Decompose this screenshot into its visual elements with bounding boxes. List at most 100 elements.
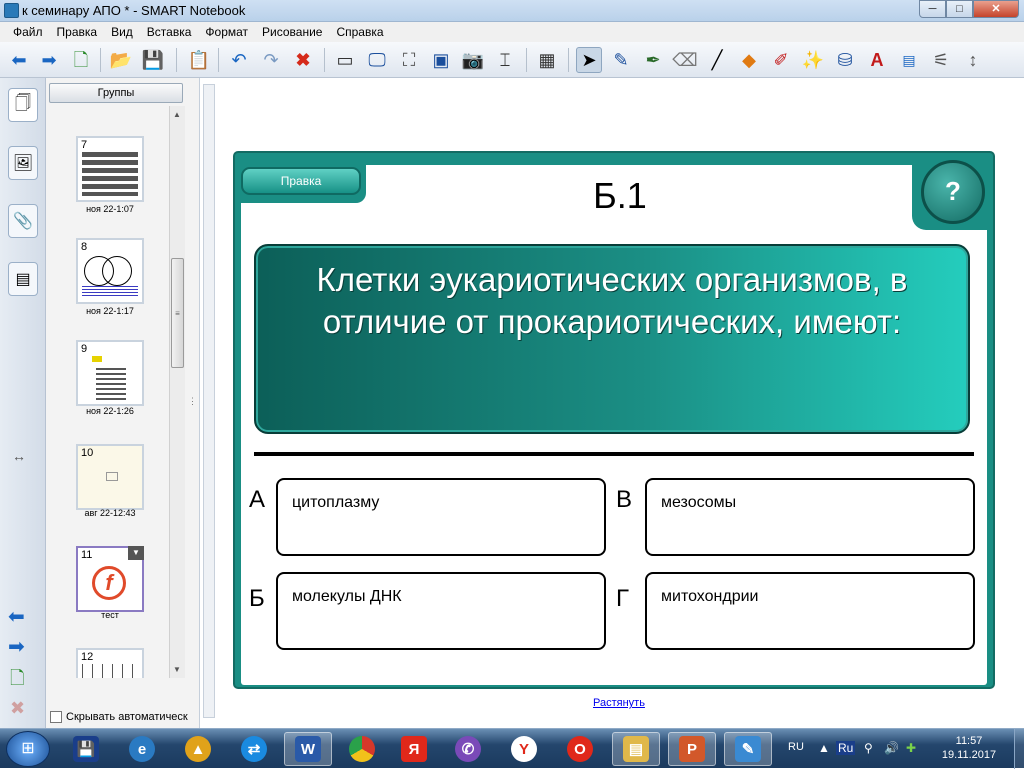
page-thumbnail[interactable]: 10 [76, 444, 144, 510]
toolbar-separator [526, 48, 527, 72]
page-thumbnail[interactable]: 8 [76, 238, 144, 304]
yandex-browser-icon[interactable]: Y [500, 732, 548, 766]
scroll-down-icon[interactable]: ▼ [173, 665, 181, 674]
prev-page-icon[interactable]: ⬅ [8, 604, 25, 629]
sorter-scrollbar[interactable]: ▲ ≡ ▼ [169, 106, 185, 678]
add-page-side-icon[interactable]: 🗋 [10, 666, 24, 696]
answer-option-g[interactable]: митохондрии [645, 572, 975, 650]
move-toolbar-icon[interactable]: ↕ [960, 47, 986, 73]
magic-pen-icon[interactable]: ✨ [800, 47, 826, 73]
maximize-button[interactable]: □ [946, 0, 973, 18]
canvas-vertical-scrollbar[interactable] [199, 78, 218, 728]
network-icon[interactable]: ⚲ [864, 741, 873, 755]
stretch-link[interactable]: Растянуть [593, 697, 645, 709]
internet-explorer-icon[interactable]: e [118, 732, 166, 766]
slide-title: Б.1 [593, 175, 647, 216]
fill-icon[interactable]: ✐ [768, 47, 794, 73]
line-icon[interactable]: ╱ [704, 47, 730, 73]
teamviewer-icon[interactable]: ⇄ [230, 732, 278, 766]
dual-page-icon[interactable]: ▣ [428, 47, 454, 73]
capture-icon[interactable]: 📷 [460, 47, 486, 73]
groups-button[interactable]: Группы [49, 83, 183, 103]
menu-help[interactable]: Справка [329, 22, 390, 42]
page-sorter-tab-icon[interactable]: 🗍 [8, 88, 38, 122]
show-desktop-button[interactable] [1014, 729, 1024, 769]
page-number: 10 [81, 447, 94, 459]
properties-tab-icon[interactable]: ▤ [8, 262, 38, 296]
panel-resize-icon[interactable]: ↔ [12, 448, 26, 464]
fill-bucket-icon[interactable]: ⛁ [832, 47, 858, 73]
yandex-icon[interactable]: Я [390, 732, 438, 766]
language-indicator[interactable]: RU [788, 741, 804, 753]
menu-draw[interactable]: Рисование [255, 22, 329, 42]
answer-option-a[interactable]: цитоплазму [276, 478, 606, 556]
select-icon[interactable]: ➤ [576, 47, 602, 73]
attachments-tab-icon[interactable]: 📎 [8, 204, 38, 238]
show-screen-icon[interactable]: 🖵 [364, 47, 390, 73]
smart-notebook-icon[interactable]: ✎ [724, 732, 772, 766]
scrollbar-track[interactable] [203, 84, 215, 718]
sorter-resize-icon[interactable]: ⋮ [188, 396, 197, 407]
page-thumbnail[interactable]: 12 [76, 648, 144, 678]
menu-insert[interactable]: Вставка [140, 22, 199, 42]
page-caption: тест [101, 610, 119, 620]
creative-pen-icon[interactable]: ✒ [640, 47, 666, 73]
screen-shade-icon[interactable]: ▭ [332, 47, 358, 73]
eraser-icon[interactable]: ⌫ [672, 47, 698, 73]
clock[interactable]: 11:57 19.11.2017 [934, 734, 1004, 762]
word-icon[interactable]: W [284, 732, 332, 766]
update-icon[interactable]: ✚ [906, 741, 916, 755]
volume-icon[interactable]: 🔊 [884, 741, 899, 755]
add-page-icon[interactable]: 🗋 [68, 47, 94, 73]
page-thumbnail-selected[interactable]: 11 f ▼ [76, 546, 144, 612]
menu-view[interactable]: Вид [104, 22, 140, 42]
page-menu-dropdown-icon[interactable]: ▼ [128, 546, 144, 560]
smart-board-icon[interactable]: 💾 [62, 732, 110, 766]
opera-icon[interactable]: O [556, 732, 604, 766]
redo-icon[interactable]: ↷ [258, 47, 284, 73]
explorer-icon[interactable]: ▤ [612, 732, 660, 766]
viber-icon[interactable]: ✆ [444, 732, 492, 766]
menu-file[interactable]: Файл [6, 22, 50, 42]
delete-icon[interactable]: ✖ [290, 47, 316, 73]
menu-format[interactable]: Формат [198, 22, 255, 42]
edit-tab-button[interactable]: Правка [241, 167, 361, 195]
table-icon[interactable]: ▦ [534, 47, 560, 73]
autohide-label: Скрывать автоматическ [66, 711, 188, 723]
close-button[interactable]: ✕ [973, 0, 1019, 18]
text-icon[interactable]: A [864, 47, 890, 73]
forward-arrow-icon[interactable]: ➡ [36, 47, 62, 73]
measure-icon[interactable]: ⚟ [928, 47, 954, 73]
help-button[interactable]: ? [921, 160, 985, 224]
open-folder-icon[interactable]: 📂 [108, 47, 134, 73]
gallery-tab-icon[interactable]: 🖼 [8, 146, 38, 180]
keyboard-layout-icon[interactable]: Ru [836, 741, 856, 755]
show-hidden-icons-icon[interactable]: ▲ [818, 741, 830, 755]
answer-option-b[interactable]: молекулы ДНК [276, 572, 606, 650]
next-page-icon[interactable]: ➡ [8, 634, 25, 659]
answer-option-v[interactable]: мезосомы [645, 478, 975, 556]
paste-icon[interactable]: 📋 [186, 47, 212, 73]
page-thumbnail[interactable]: 7 [76, 136, 144, 202]
menu-edit[interactable]: Правка [50, 22, 105, 42]
aimp-icon[interactable]: ▲ [174, 732, 222, 766]
shapes-icon[interactable]: ◆ [736, 47, 762, 73]
delete-page-side-icon[interactable]: ✖ [10, 698, 25, 719]
minimize-button[interactable]: ─ [919, 0, 946, 18]
scroll-up-icon[interactable]: ▲ [173, 110, 181, 119]
powerpoint-icon[interactable]: P [668, 732, 716, 766]
full-screen-icon[interactable]: ⛶ [396, 47, 422, 73]
pen-icon[interactable]: ✎ [608, 47, 634, 73]
scrollbar-thumb[interactable]: ≡ [171, 258, 184, 368]
start-button[interactable]: ⊞ [6, 731, 50, 767]
save-icon[interactable]: 💾 [140, 47, 166, 73]
page-thumbnail[interactable]: 9 [76, 340, 144, 406]
properties-icon[interactable]: ▤ [896, 47, 922, 73]
back-arrow-icon[interactable]: ⬅ [6, 47, 32, 73]
autohide-checkbox[interactable] [50, 711, 62, 723]
document-camera-icon[interactable]: ⌶ [492, 47, 518, 73]
autohide-option[interactable]: Скрывать автоматическ [50, 711, 188, 723]
undo-icon[interactable]: ↶ [226, 47, 252, 73]
chrome-icon[interactable] [338, 732, 386, 766]
answer-letter: Б [249, 585, 265, 612]
